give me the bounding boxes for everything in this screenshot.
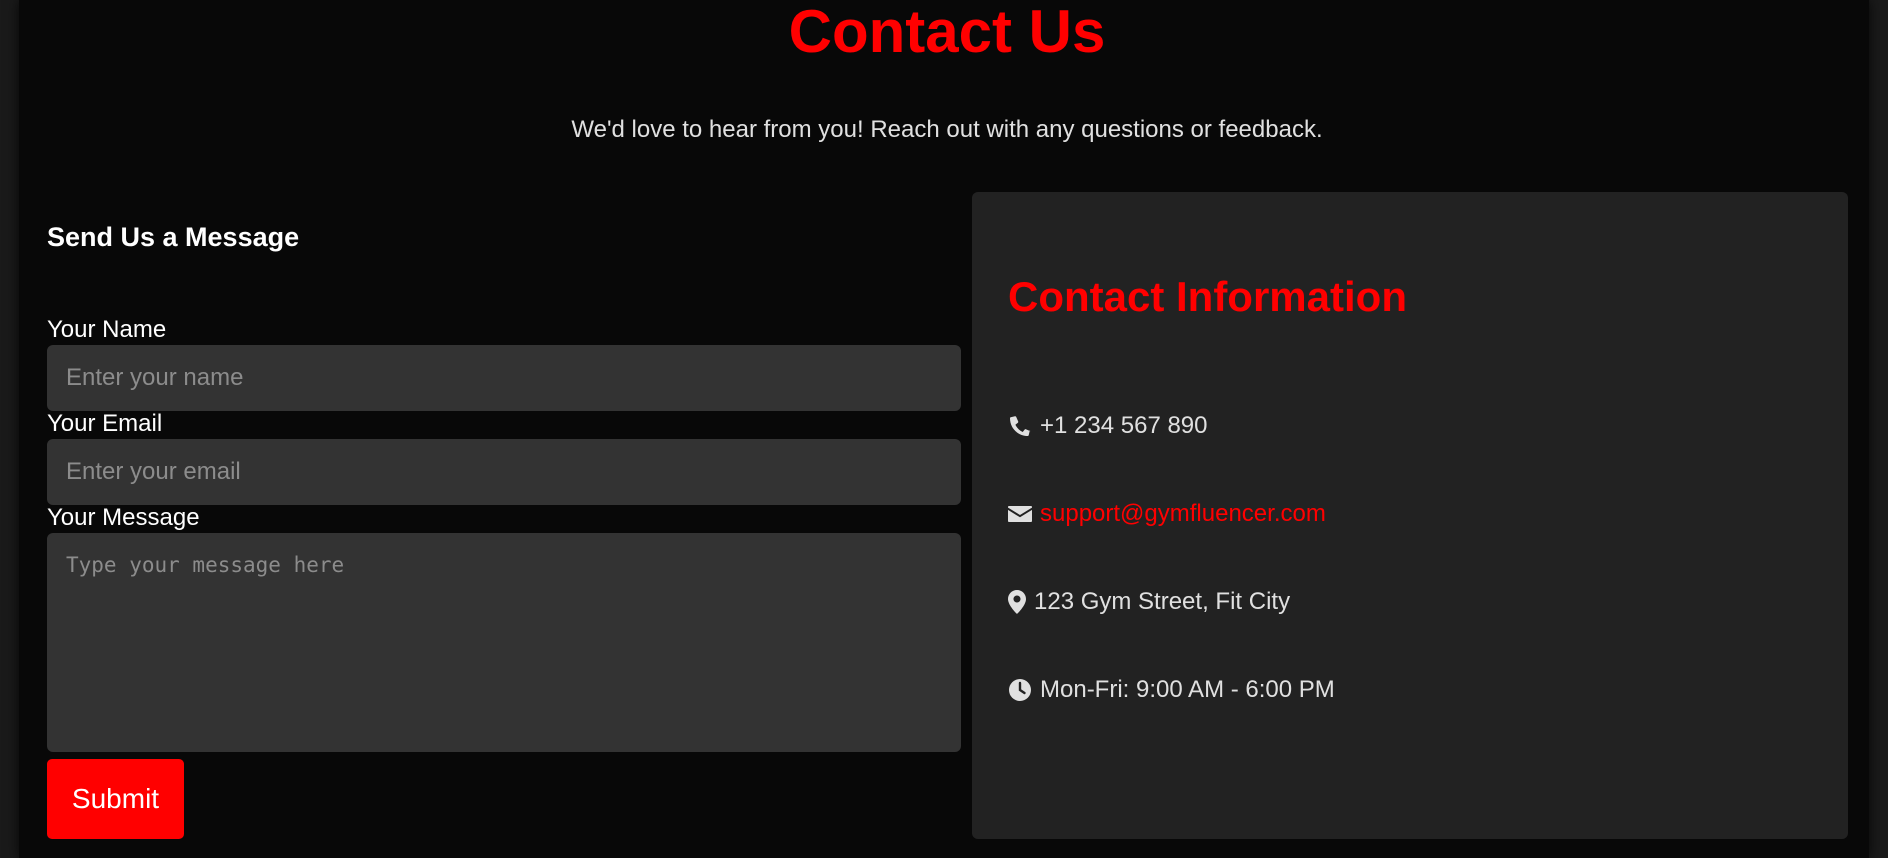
name-input[interactable] xyxy=(47,345,961,411)
page-title: Contact Us xyxy=(788,0,1106,65)
message-label: Your Message xyxy=(47,504,200,531)
contact-email-link[interactable]: support@gymfluencer.com xyxy=(1040,500,1326,528)
email-input[interactable] xyxy=(47,439,961,505)
contact-info-panel: Contact Information +1 234 567 890 suppo… xyxy=(972,192,1848,839)
contact-address-row: 123 Gym Street, Fit City xyxy=(1008,586,1290,618)
email-label: Your Email xyxy=(47,410,163,437)
contact-page: Contact Us We'd love to hear from you! R… xyxy=(19,0,1869,858)
contact-phone-text: +1 234 567 890 xyxy=(1040,412,1208,439)
map-marker-icon xyxy=(1008,589,1028,615)
name-label: Your Name xyxy=(47,316,167,343)
contact-hours-row: Mon-Fri: 9:00 AM - 6:00 PM xyxy=(1008,674,1335,706)
form-heading: Send Us a Message xyxy=(47,222,300,252)
contact-hours-text: Mon-Fri: 9:00 AM - 6:00 PM xyxy=(1040,676,1335,703)
page-subtitle: We'd love to hear from you! Reach out wi… xyxy=(571,116,1323,143)
submit-button[interactable]: Submit xyxy=(47,759,184,839)
phone-icon xyxy=(1008,413,1034,439)
clock-icon xyxy=(1008,677,1034,703)
contact-email-row: support@gymfluencer.com xyxy=(1008,498,1326,530)
message-textarea[interactable] xyxy=(47,533,961,752)
contact-phone-row: +1 234 567 890 xyxy=(1008,410,1208,442)
contact-info-title: Contact Information xyxy=(1008,273,1407,320)
contact-address-text: 123 Gym Street, Fit City xyxy=(1034,588,1291,615)
envelope-icon xyxy=(1008,501,1034,527)
